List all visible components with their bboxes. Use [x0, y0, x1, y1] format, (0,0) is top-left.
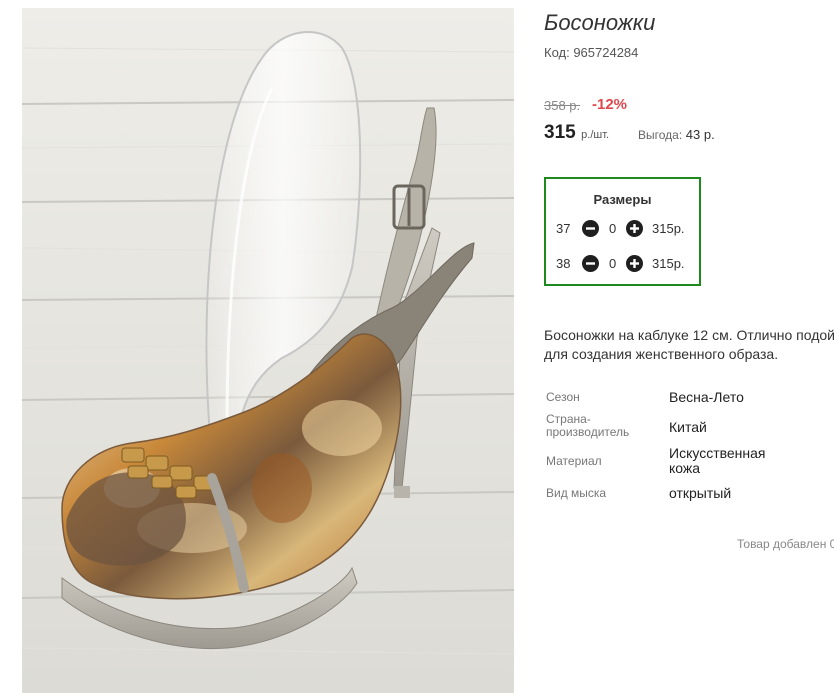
size-price: 315р. [652, 256, 685, 271]
attribute-key: Сезон [546, 390, 580, 404]
current-price: 315 [544, 122, 576, 143]
saving: Выгода: 43 р. [638, 127, 715, 142]
quantity-value: 0 [609, 221, 617, 236]
price-unit: р./шт. [581, 129, 610, 141]
attribute-value: Китай [669, 419, 707, 435]
plus-circle-icon[interactable] [626, 255, 643, 272]
sizes-panel: Размеры 37 0 315р. 38 0 315р. [544, 177, 701, 286]
added-date-note: Товар добавлен 0 [737, 537, 834, 551]
attribute-key: Вид мыска [546, 486, 607, 500]
saving-value: 43 р. [685, 127, 715, 142]
product-page: Босоножки Код: 965724284 358 р. -12% 315… [0, 0, 834, 693]
attribute-value: Искусственная кожа [669, 445, 766, 476]
discount-badge: -12% [592, 96, 628, 113]
product-photo[interactable] [22, 8, 514, 693]
product-title: Босоножки [544, 10, 656, 35]
product-sku: Код: 965724284 [544, 45, 639, 60]
attribute-value: открытый [669, 485, 732, 501]
minus-circle-icon[interactable] [582, 220, 599, 237]
attribute-key: Страна-производитель [546, 412, 630, 439]
size-value: 38 [556, 256, 571, 271]
product-description: Босоножки на каблуке 12 см. Отлично подо… [544, 327, 834, 362]
size-value: 37 [556, 221, 571, 236]
sizes-title: Размеры [593, 192, 652, 207]
attribute-key: Материал [546, 454, 602, 468]
quantity-value: 0 [609, 256, 617, 271]
old-price: 358 р. [544, 98, 581, 113]
size-price: 315р. [652, 221, 685, 236]
saving-label: Выгода: [638, 128, 683, 142]
plus-circle-icon[interactable] [626, 220, 643, 237]
attribute-value: Весна-Лето [669, 389, 744, 405]
price-row: 315 р./шт. [544, 122, 609, 144]
minus-circle-icon[interactable] [582, 255, 599, 272]
